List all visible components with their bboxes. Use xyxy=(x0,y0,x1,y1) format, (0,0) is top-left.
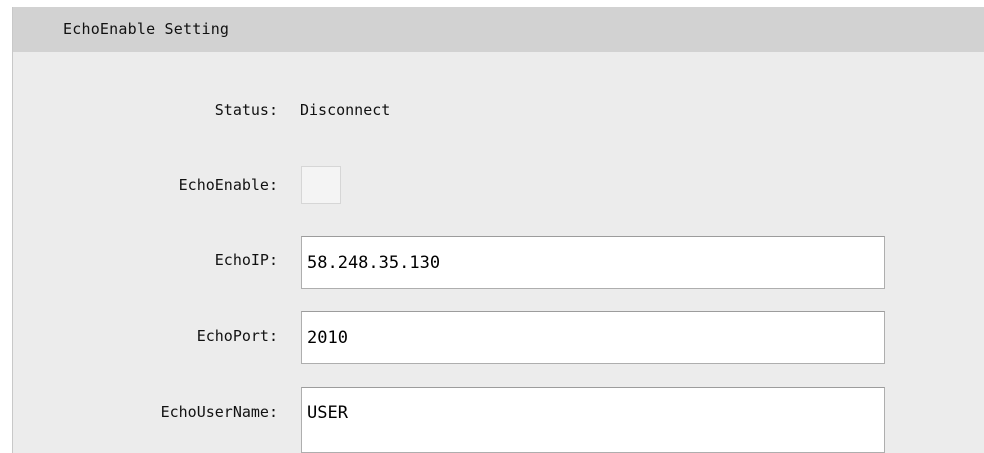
status-label: Status: xyxy=(214,101,278,119)
echo-user-name-input[interactable] xyxy=(301,387,885,453)
echo-enable-label: EchoEnable: xyxy=(178,176,278,194)
echo-settings-panel: EchoEnable Setting Status: Disconnect Ec… xyxy=(12,7,984,453)
status-value: Disconnect xyxy=(300,101,391,119)
panel-title: EchoEnable Setting xyxy=(63,20,230,38)
echo-ip-input[interactable] xyxy=(301,236,885,289)
echo-port-label: EchoPort: xyxy=(196,327,278,345)
echo-ip-label: EchoIP: xyxy=(214,251,278,269)
echo-enable-checkbox[interactable] xyxy=(301,166,341,204)
panel-header: EchoEnable Setting xyxy=(13,7,984,52)
echo-user-name-label: EchoUserName: xyxy=(160,403,278,421)
echo-port-input[interactable] xyxy=(301,311,885,364)
